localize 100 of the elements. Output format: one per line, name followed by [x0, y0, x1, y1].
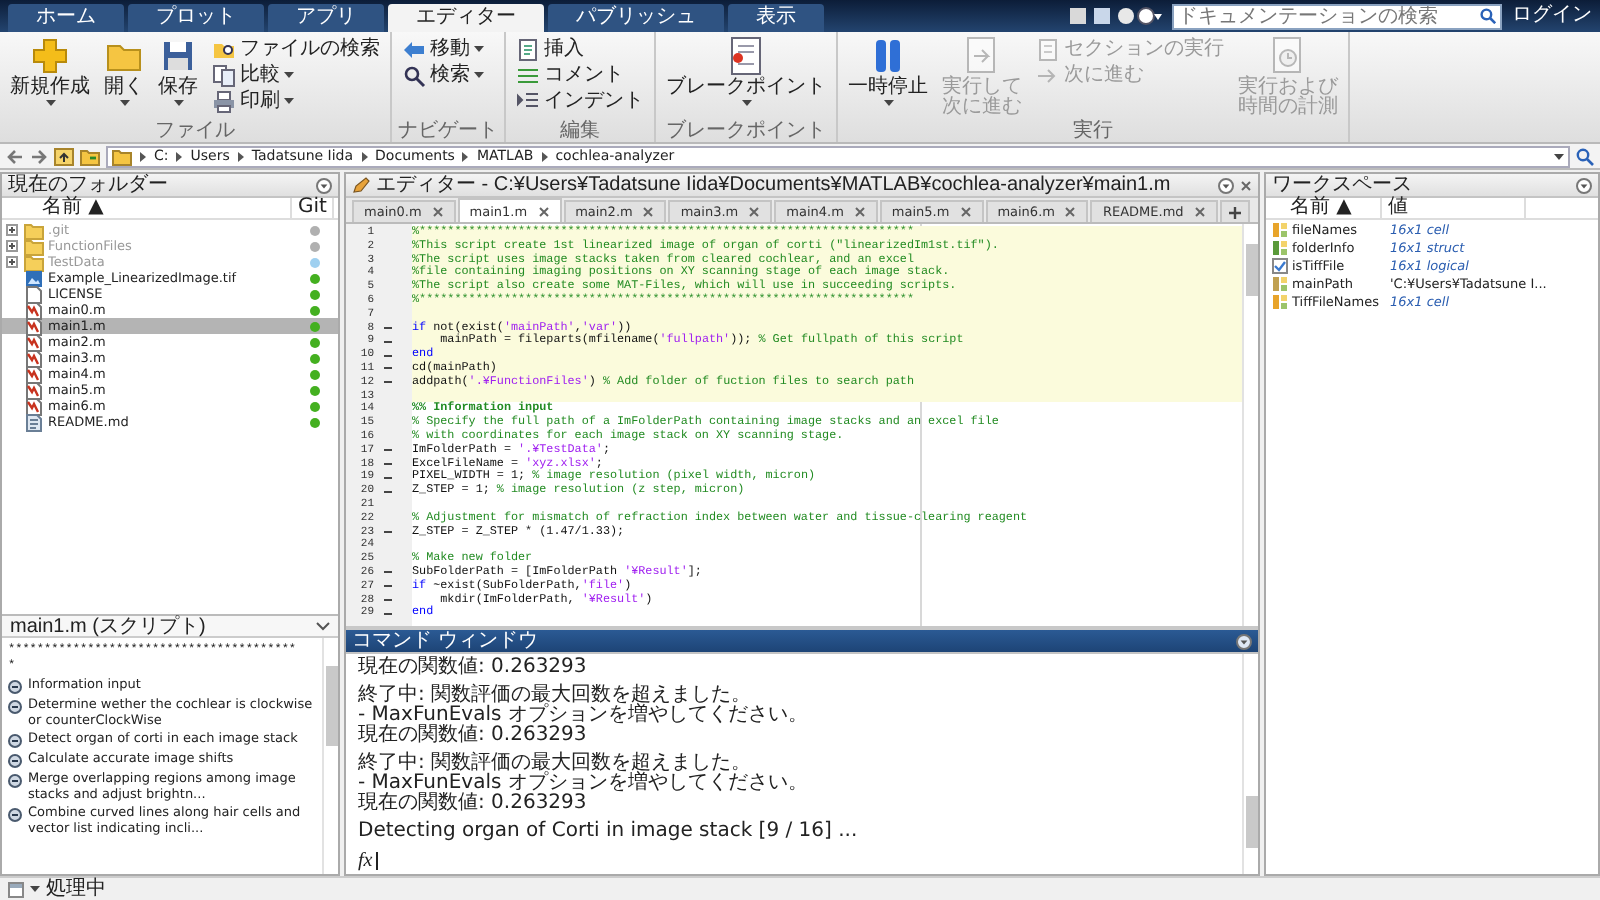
panel-title: エディター - C:¥Users¥Tadatsune Iida¥Documents¥MATLAB¥cochlea-analyzer¥main1.m	[376, 174, 1171, 196]
ribbon-button[interactable]: インデント	[512, 88, 648, 114]
ribbon-button[interactable]: 新規作成	[6, 34, 94, 108]
search-icon[interactable]	[1480, 8, 1496, 24]
arrows-icon	[402, 37, 426, 61]
browse-folder-icon[interactable]	[80, 147, 100, 165]
chevron-down-icon[interactable]	[316, 621, 330, 631]
ribbon-button[interactable]: 検索	[398, 62, 488, 88]
app-tab[interactable]: プロット	[128, 4, 264, 32]
section-icon	[8, 754, 22, 768]
section-icon	[8, 774, 22, 788]
ribbon-button[interactable]: ブレークポイント	[662, 34, 830, 108]
breakpoint-icon	[726, 36, 766, 76]
back-icon[interactable]	[6, 147, 24, 165]
plus-icon	[30, 36, 70, 76]
close-icon[interactable]	[1193, 206, 1206, 218]
section-icon	[8, 734, 22, 748]
ribbon-button[interactable]: 一時停止	[844, 34, 932, 108]
output-line: Detecting organ of Corti in image stack [9 / 16] ...	[358, 822, 860, 842]
column-header[interactable]: Git	[292, 198, 335, 218]
column-header[interactable]: 名前 ▲	[1266, 198, 1382, 218]
chevron-icon	[460, 149, 471, 163]
group-label: 編集	[558, 120, 602, 142]
expand-icon[interactable]	[6, 224, 18, 236]
search-icon	[402, 63, 426, 87]
column-header[interactable]: 値	[1382, 198, 1526, 218]
output-line: - MaxFunEvals オプションを増やしてください。	[358, 706, 810, 726]
script-icon	[24, 381, 44, 399]
prompt-label[interactable]: fx	[358, 850, 373, 872]
search-field[interactable]: ドキュメンテーションの検索	[1172, 3, 1502, 29]
group-label: 実行	[1071, 120, 1115, 142]
ribbon-button[interactable]: 移動	[398, 36, 488, 62]
plus-icon	[1227, 205, 1242, 219]
script-icon	[24, 317, 44, 335]
output-line: 現在の関数値: 0.263293	[358, 658, 589, 678]
output-line: 終了中: 関数評価の最大回数を超えました。	[358, 686, 752, 706]
status-text: 処理中	[46, 878, 106, 900]
section-icon	[8, 808, 22, 822]
script-icon	[24, 397, 44, 415]
add-tab-button[interactable]	[1219, 200, 1250, 222]
chevron-icon	[174, 149, 185, 163]
column-header[interactable]: 名前 ▲	[2, 198, 292, 218]
document-icon	[24, 413, 44, 431]
quick-access-drawing[interactable]	[1070, 6, 1162, 26]
ribbon-button[interactable]: ファイルの検索	[208, 36, 384, 62]
close-icon[interactable]	[431, 206, 444, 218]
text-cursor	[376, 852, 379, 870]
pencil-icon	[352, 176, 370, 194]
scrollbar[interactable]	[1242, 224, 1258, 626]
document-icon	[516, 37, 540, 61]
app-tab[interactable]: エディター	[388, 4, 544, 32]
ribbon-button[interactable]: 保存	[154, 34, 202, 108]
arrow-icon	[1036, 63, 1060, 87]
group-label: ファイル	[153, 120, 237, 142]
details-title: main1.m (スクリプト)	[10, 615, 206, 637]
scrollbar[interactable]	[322, 638, 338, 874]
ribbon-button[interactable]: 挿入	[512, 36, 648, 62]
close-icon[interactable]	[959, 206, 972, 218]
menu-icon[interactable]	[1218, 177, 1234, 193]
ribbon-button[interactable]: コメント	[512, 62, 648, 88]
close-icon[interactable]	[1240, 179, 1252, 191]
output-line: 終了中: 関数評価の最大回数を超えました。	[358, 754, 752, 774]
ribbon-button[interactable]: 開く	[100, 34, 148, 108]
app-tab[interactable]: ホーム	[8, 4, 124, 32]
expand-icon[interactable]	[6, 256, 18, 268]
folder-up-icon[interactable]	[54, 147, 74, 165]
chevron-icon	[235, 149, 246, 163]
login-link[interactable]: ログイン	[1512, 4, 1592, 28]
section-icon	[8, 680, 22, 694]
group-label: ブレークポイント	[664, 120, 828, 142]
group-label: ナビゲート	[398, 120, 498, 142]
ribbon-button[interactable]: 比較	[208, 62, 384, 88]
search-icon[interactable]	[1576, 147, 1594, 165]
script-icon	[24, 349, 44, 367]
panel-title: ワークスペース	[1272, 174, 1412, 196]
window-icon[interactable]	[8, 881, 24, 897]
script-icon	[24, 301, 44, 319]
output-line: 現在の関数値: 0.263293	[358, 794, 589, 814]
section-icon	[8, 700, 22, 714]
panel-title: 現在のフォルダー	[8, 174, 168, 196]
close-icon[interactable]	[748, 206, 761, 218]
scrollbar[interactable]	[1242, 654, 1258, 874]
page-icon	[24, 285, 44, 303]
app-tab[interactable]: パブリッシュ	[548, 4, 724, 32]
caret-icon	[30, 886, 40, 892]
menu-icon[interactable]	[1236, 633, 1252, 649]
forward-icon[interactable]	[30, 147, 48, 165]
menu-icon[interactable]	[316, 177, 332, 193]
app-tab[interactable]: 表示	[728, 4, 824, 32]
close-icon[interactable]	[1064, 206, 1077, 218]
app-tab[interactable]: アプリ	[268, 4, 384, 32]
close-icon[interactable]	[537, 205, 550, 217]
check-icon	[1272, 257, 1288, 273]
ribbon-button[interactable]: 印刷	[208, 88, 384, 114]
lines-icon	[516, 63, 540, 87]
expand-icon[interactable]	[6, 240, 18, 252]
close-icon[interactable]	[853, 206, 866, 218]
close-icon[interactable]	[642, 206, 655, 218]
menu-icon[interactable]	[1576, 177, 1592, 193]
script-icon	[24, 365, 44, 383]
